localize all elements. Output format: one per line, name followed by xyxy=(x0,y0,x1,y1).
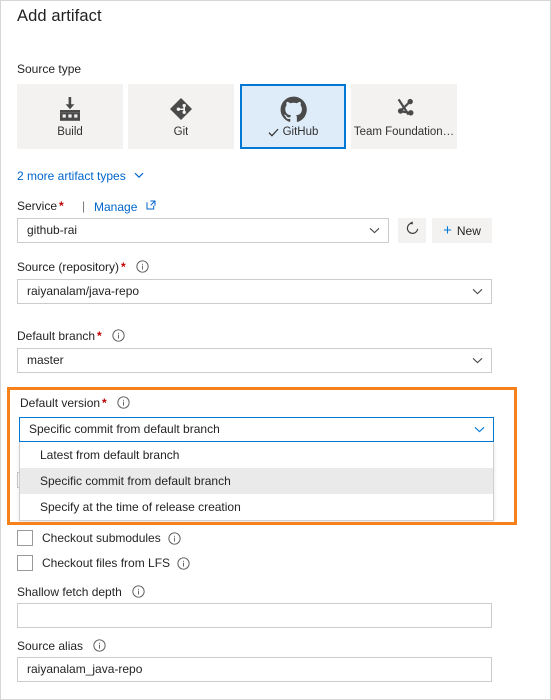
dialog-panel: Add artifact Source type Build Git GitHu… xyxy=(2,2,522,699)
manage-link[interactable]: Manage xyxy=(94,199,156,214)
service-label: Service * xyxy=(17,199,64,213)
manage-link-label: Manage xyxy=(94,200,138,214)
default-branch-label-text: Default branch xyxy=(17,329,96,343)
chevron-down-icon xyxy=(134,168,144,182)
new-service-button[interactable]: + New xyxy=(432,218,492,243)
source-alias-input[interactable]: raiyanalam_java-repo xyxy=(17,657,492,682)
page-title: Add artifact xyxy=(17,7,102,25)
service-value: github-rai xyxy=(27,223,78,237)
tile-label-text: Build xyxy=(57,126,83,138)
source-alias-label-text: Source alias xyxy=(17,639,84,653)
external-link-icon xyxy=(146,199,156,213)
team-foundation-icon xyxy=(391,95,417,123)
plus-icon: + xyxy=(443,222,452,239)
chevron-down-icon xyxy=(472,349,483,372)
default-branch-value: master xyxy=(27,353,64,367)
service-label-text: Service xyxy=(17,199,58,213)
more-artifact-types-label: 2 more artifact types xyxy=(17,169,126,183)
source-type-label: Source type xyxy=(17,62,81,76)
shallow-fetch-depth-input[interactable] xyxy=(17,603,492,628)
add-artifact-dialog: Add artifact Source type Build Git GitHu… xyxy=(0,0,551,700)
default-version-label: Default version * xyxy=(20,396,130,410)
chevron-down-icon xyxy=(369,219,380,242)
shallow-fetch-depth-label: Shallow fetch depth xyxy=(17,585,145,599)
source-type-tile-git[interactable]: Git xyxy=(128,84,234,149)
service-separator: | xyxy=(82,199,86,213)
github-icon xyxy=(280,95,307,123)
more-artifact-types-link[interactable]: 2 more artifact types xyxy=(17,168,144,183)
source-alias-label: Source alias xyxy=(17,639,107,653)
info-icon[interactable] xyxy=(177,556,190,570)
required-marker: * xyxy=(102,396,107,410)
tile-label-text: Team Foundation… xyxy=(353,126,455,138)
source-repository-label: Source (repository) * xyxy=(17,260,149,274)
chevron-down-icon xyxy=(472,280,483,303)
refresh-icon xyxy=(405,220,420,241)
git-icon xyxy=(168,95,194,123)
checkout-lfs-checkbox[interactable] xyxy=(17,555,33,571)
checkout-submodules-checkbox[interactable] xyxy=(17,530,33,546)
source-type-tile-build-label: Build xyxy=(57,126,83,138)
default-branch-label: Default branch * xyxy=(17,329,125,343)
required-marker: * xyxy=(121,260,126,274)
source-type-tile-github[interactable]: GitHub xyxy=(240,84,346,149)
source-repository-value: raiyanalam/java-repo xyxy=(27,284,140,298)
new-service-label: New xyxy=(456,223,481,238)
refresh-button[interactable] xyxy=(398,218,426,243)
info-icon[interactable] xyxy=(112,329,125,342)
source-type-tile-team-foundation[interactable]: Team Foundation… xyxy=(351,84,457,149)
source-type-label-text: Source type xyxy=(17,62,82,76)
info-icon[interactable] xyxy=(117,396,130,409)
tile-label-text: Git xyxy=(173,126,189,138)
dropdown-option-specific-commit[interactable]: Specific commit from default branch xyxy=(20,468,493,494)
info-icon[interactable] xyxy=(168,531,181,545)
check-icon xyxy=(268,127,279,138)
default-version-dropdown-list[interactable]: Latest from default branch Specific comm… xyxy=(19,442,494,521)
source-repository-select[interactable]: raiyanalam/java-repo xyxy=(17,279,492,304)
default-version-select[interactable]: Specific commit from default branch xyxy=(19,417,494,442)
checkout-lfs-row[interactable]: Checkout files from LFS xyxy=(17,555,190,571)
shallow-fetch-depth-label-text: Shallow fetch depth xyxy=(17,585,122,599)
source-alias-value: raiyanalam_java-repo xyxy=(27,662,143,676)
chevron-down-icon xyxy=(474,418,485,441)
dropdown-option-specify-at-release[interactable]: Specify at the time of release creation xyxy=(20,494,493,520)
source-type-tile-github-label: GitHub xyxy=(268,126,319,138)
build-icon xyxy=(57,95,83,123)
source-type-tile-git-label: Git xyxy=(174,126,189,138)
source-type-tile-build[interactable]: Build xyxy=(17,84,123,149)
right-gutter xyxy=(521,1,550,699)
info-icon[interactable] xyxy=(93,639,107,652)
checkout-submodules-label: Checkout submodules xyxy=(42,531,161,545)
default-branch-select[interactable]: master xyxy=(17,348,492,373)
required-marker: * xyxy=(59,199,64,213)
default-version-value: Specific commit from default branch xyxy=(29,422,220,436)
dropdown-option-latest[interactable]: Latest from default branch xyxy=(20,442,493,468)
info-icon[interactable] xyxy=(132,585,145,598)
info-icon[interactable] xyxy=(136,260,149,273)
tile-label-text: GitHub xyxy=(282,126,319,138)
checkout-lfs-label: Checkout files from LFS xyxy=(42,556,171,570)
source-repository-label-text: Source (repository) xyxy=(17,260,120,274)
required-marker: * xyxy=(97,329,102,343)
source-type-tile-team-foundation-label: Team Foundation… xyxy=(354,126,454,138)
service-select[interactable]: github-rai xyxy=(17,218,389,243)
default-version-label-text: Default version xyxy=(20,396,101,410)
checkout-submodules-row[interactable]: Checkout submodules xyxy=(17,530,181,546)
